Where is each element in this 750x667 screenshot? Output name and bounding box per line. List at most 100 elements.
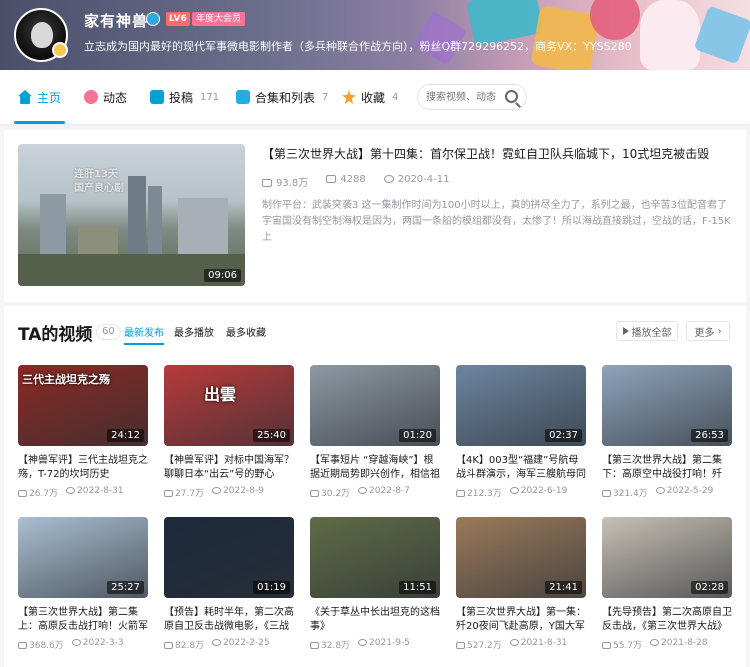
date: 2021-8-31 bbox=[509, 638, 568, 651]
tab-count: 7 bbox=[322, 91, 329, 103]
tab-count: 171 bbox=[200, 91, 220, 103]
video-thumbnail[interactable]: 02:28 bbox=[602, 517, 732, 598]
views: 26.7万 bbox=[18, 486, 58, 499]
video-thumbnail[interactable]: 02:37 bbox=[456, 365, 586, 446]
tab-most-favorited[interactable]: 最多收藏 bbox=[226, 324, 266, 339]
play-icon bbox=[456, 490, 465, 497]
tab-most-played[interactable]: 最多播放 bbox=[174, 324, 214, 339]
thumb-building bbox=[178, 198, 228, 256]
comment-icon bbox=[326, 175, 337, 183]
featured-title[interactable]: 【第三次世界大战】第十四集：首尔保卫战！霓虹自卫队兵临城下，10式坦克被击毁 bbox=[262, 146, 732, 162]
video-title[interactable]: 【4K】003型“福建”号航母战斗群演示，海军三艘航母同 bbox=[456, 454, 586, 482]
thumb-caption: 出雲 bbox=[204, 385, 237, 404]
video-title[interactable]: 【第三次世界大战】第二集下：高原空中战役打响！歼20 bbox=[602, 454, 732, 482]
tab-collections[interactable]: 合集和列表 7 bbox=[236, 70, 328, 124]
video-card[interactable]: 01:19 【预告】耗时半年，第二次高原自卫反击战微电影，《三战 82.8万 2… bbox=[164, 517, 294, 651]
video-title[interactable]: 【第三次世界大战】第一集：歼20夜间飞赴高原，Y国大军 bbox=[456, 606, 586, 634]
banner-decoration bbox=[693, 5, 750, 65]
avatar[interactable] bbox=[14, 8, 68, 62]
play-icon bbox=[310, 642, 319, 649]
video-title[interactable]: 【军事短片 “穿越海峡”】根据近期局势即兴创作，相信祖 bbox=[310, 454, 440, 482]
views: 527.2万 bbox=[456, 638, 502, 651]
video-card[interactable]: 21:41 【第三次世界大战】第一集：歼20夜间飞赴高原，Y国大军 527.2万… bbox=[456, 517, 586, 651]
video-card[interactable]: 01:20 【军事短片 “穿越海峡”】根据近期局势即兴创作，相信祖 30.2万 … bbox=[310, 365, 440, 499]
thumb-building bbox=[128, 176, 146, 256]
clock-icon bbox=[509, 639, 519, 646]
tab-dynamic[interactable]: 动态 bbox=[84, 70, 127, 124]
comment-count: 4288 bbox=[340, 174, 366, 185]
tab-label: 主页 bbox=[37, 90, 62, 105]
date: 2022-2-25 bbox=[212, 638, 270, 651]
publish-date: 2022-8-31 bbox=[77, 486, 124, 496]
video-card[interactable]: 三代主战坦克之殇 24:12 【神兽军评】三代主战坦克之殇，T-72的坎坷历史 … bbox=[18, 365, 148, 499]
banner-decoration bbox=[590, 0, 640, 40]
video-thumbnail[interactable]: 01:19 bbox=[164, 517, 294, 598]
clock-icon bbox=[383, 175, 394, 183]
video-thumbnail[interactable]: 三代主战坦克之殇 24:12 bbox=[18, 365, 148, 446]
duration: 02:37 bbox=[545, 429, 582, 442]
duration: 21:41 bbox=[545, 581, 582, 594]
tab-favorites[interactable]: 收藏 4 bbox=[342, 70, 398, 124]
username[interactable]: 家有神兽 bbox=[84, 10, 148, 31]
level-badge: LV6 bbox=[166, 12, 190, 26]
date: 2021-8-28 bbox=[650, 638, 708, 651]
video-card[interactable]: 26:53 【第三次世界大战】第二集下：高原空中战役打响！歼20 321.4万 … bbox=[602, 365, 732, 499]
tab-home[interactable]: 主页 bbox=[13, 70, 66, 124]
play-icon bbox=[18, 642, 27, 649]
publish-date: 2020-4-11 bbox=[397, 174, 450, 185]
view-count: 527.2万 bbox=[467, 641, 502, 651]
tab-latest[interactable]: 最新发布 bbox=[124, 324, 164, 345]
tab-count: 4 bbox=[392, 91, 399, 103]
date: 2022-8-31 bbox=[66, 486, 124, 499]
video-card[interactable]: 02:28 【先导预告】第二次高原自卫反击战，《第三次世界大战》 55.7万 2… bbox=[602, 517, 732, 651]
video-title[interactable]: 【神兽军评】三代主战坦克之殇，T-72的坎坷历史 bbox=[18, 454, 148, 482]
video-thumbnail[interactable]: 26:53 bbox=[602, 365, 732, 446]
view-count: 30.2万 bbox=[321, 489, 351, 499]
duration: 26:53 bbox=[691, 429, 728, 442]
play-all-label: 播放全部 bbox=[631, 327, 672, 339]
tab-label: 投稿 bbox=[169, 90, 194, 105]
comments: 4288 bbox=[326, 174, 366, 189]
video-meta: 27.7万 2022-8-9 bbox=[164, 486, 294, 499]
publish-date: 2022-3-3 bbox=[82, 638, 124, 648]
video-thumbnail[interactable]: 出雲 25:40 bbox=[164, 365, 294, 446]
duration: 01:20 bbox=[399, 429, 436, 442]
clock-icon bbox=[358, 487, 368, 494]
video-thumbnail[interactable]: 11:51 bbox=[310, 517, 440, 598]
video-card[interactable]: 出雲 25:40 【神兽军评】对标中国海军？聊聊日本“出云”号的野心 27.7万… bbox=[164, 365, 294, 499]
play-icon bbox=[456, 642, 465, 649]
view-count: 82.8万 bbox=[175, 641, 205, 651]
video-card[interactable]: 11:51 《关于草丛中长出坦克的这档事》 32.8万 2021-9-5 bbox=[310, 517, 440, 651]
video-title[interactable]: 【第三次世界大战】第二集上：高原反击战打响！火箭军 bbox=[18, 606, 148, 634]
views: 321.4万 bbox=[602, 486, 648, 499]
featured-thumbnail[interactable]: 连肝13天 国产良心剧 09:06 bbox=[18, 144, 245, 286]
thumb-caption: 三代主战坦克之殇 bbox=[22, 373, 110, 386]
video-thumbnail[interactable]: 25:27 bbox=[18, 517, 148, 598]
clock-icon bbox=[212, 487, 222, 494]
clock-icon bbox=[509, 487, 519, 494]
video-thumbnail[interactable]: 01:20 bbox=[310, 365, 440, 446]
tab-uploads[interactable]: 投稿 171 bbox=[150, 70, 219, 124]
video-title[interactable]: 《关于草丛中长出坦克的这档事》 bbox=[310, 606, 440, 634]
video-title[interactable]: 【先导预告】第二次高原自卫反击战，《第三次世界大战》 bbox=[602, 606, 732, 634]
search-input[interactable] bbox=[426, 85, 506, 109]
video-meta: 30.2万 2022-8-7 bbox=[310, 486, 440, 499]
view-count: 55.7万 bbox=[613, 641, 643, 651]
publish-date: 2022-2-25 bbox=[223, 638, 270, 648]
video-thumbnail[interactable]: 21:41 bbox=[456, 517, 586, 598]
view-count: 321.4万 bbox=[613, 489, 648, 499]
views: 212.3万 bbox=[456, 486, 502, 499]
video-title[interactable]: 【预告】耗时半年，第二次高原自卫反击战微电影，《三战 bbox=[164, 606, 294, 634]
play-icon bbox=[310, 490, 319, 497]
publish-date: 2021-8-31 bbox=[520, 638, 568, 648]
search-icon[interactable] bbox=[505, 90, 518, 103]
more-button[interactable]: 更多 › bbox=[686, 321, 730, 341]
publish-date: 2022-6-19 bbox=[520, 486, 568, 496]
duration: 01:19 bbox=[253, 581, 290, 594]
video-card[interactable]: 25:27 【第三次世界大战】第二集上：高原反击战打响！火箭军 368.6万 2… bbox=[18, 517, 148, 651]
play-all-button[interactable]: 播放全部 bbox=[616, 321, 678, 341]
video-title[interactable]: 【神兽军评】对标中国海军？聊聊日本“出云”号的野心 bbox=[164, 454, 294, 482]
duration: 25:27 bbox=[107, 581, 144, 594]
publish-date: 2022-5-29 bbox=[666, 486, 714, 496]
video-card[interactable]: 02:37 【4K】003型“福建”号航母战斗群演示，海军三艘航母同 212.3… bbox=[456, 365, 586, 499]
